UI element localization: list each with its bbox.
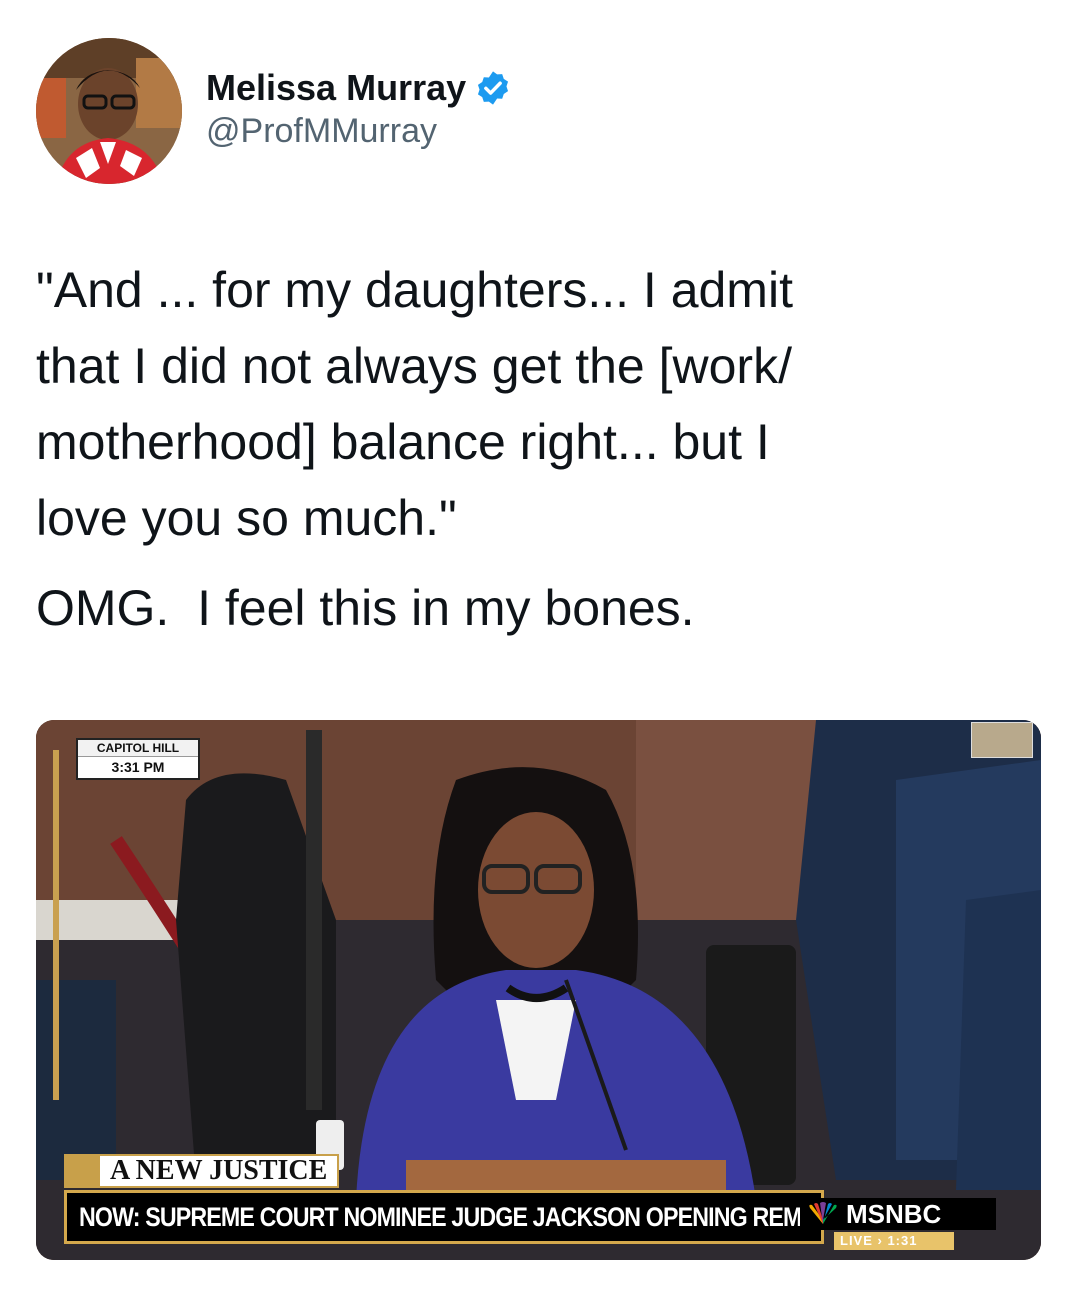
tweet-quote: "And ... for my daughters... I admit tha…: [36, 262, 793, 546]
avatar[interactable]: [36, 38, 182, 184]
peacock-icon: [809, 1202, 837, 1224]
show-title-ornament: [66, 1156, 100, 1186]
location-time: 3:31 PM: [111, 759, 165, 775]
tweet-comment: OMG. I feel this in my bones.: [36, 580, 695, 636]
headline-bar: NOW: SUPREME COURT NOMINEE JUDGE JACKSON…: [64, 1190, 865, 1244]
network-logo: MSNBC: [800, 1198, 996, 1230]
live-indicator: LIVE › 1:31: [834, 1232, 954, 1250]
verified-badge-icon: [478, 71, 509, 105]
picture-in-picture-thumbnail: [971, 722, 1033, 758]
handle[interactable]: @ProfMMurray: [206, 110, 512, 152]
location-label: CAPITOL HILL: [78, 740, 198, 757]
tweet-media[interactable]: CAPITOL HILL 3:31 PM A NEW JUSTICE NOW: …: [36, 720, 1041, 1260]
show-title: A NEW JUSTICE: [110, 1155, 328, 1186]
show-title-bar: A NEW JUSTICE: [64, 1154, 340, 1188]
display-name[interactable]: Melissa Murray: [206, 66, 466, 110]
location-bug: CAPITOL HILL 3:31 PM: [76, 738, 200, 780]
avatar-image: [36, 38, 182, 184]
display-name-row: Melissa Murray: [206, 66, 512, 110]
user-block: Melissa Murray @ProfMMurray: [206, 66, 512, 152]
network-name: MSNBC: [846, 1198, 942, 1229]
tweet-text: "And ... for my daughters... I admit tha…: [36, 252, 1046, 646]
headline: NOW: SUPREME COURT NOMINEE JUDGE JACKSON…: [79, 1201, 865, 1232]
network-bug: MSNBC LIVE › 1:31: [800, 1198, 1010, 1260]
tweet-header: Melissa Murray @ProfMMurray: [36, 38, 936, 188]
